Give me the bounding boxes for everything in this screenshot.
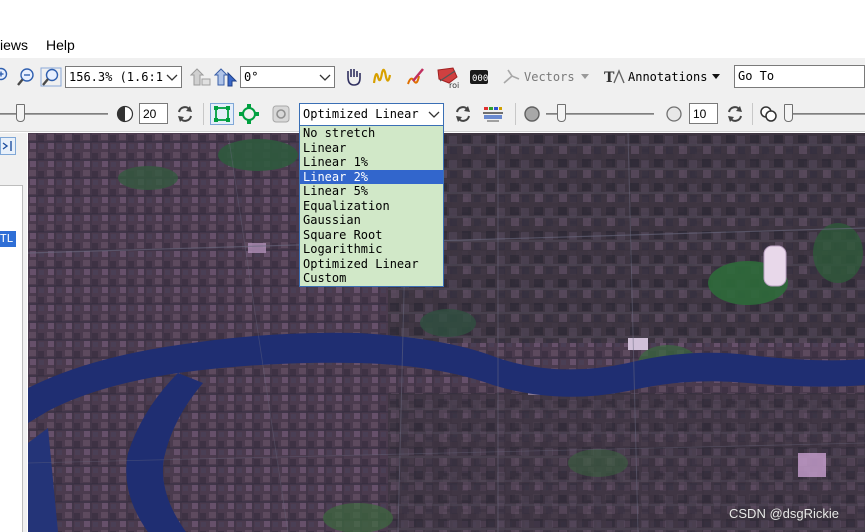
annotations-icon[interactable]: T: [603, 67, 627, 87]
roi-icon[interactable]: roi: [435, 65, 461, 89]
stretch-type-combobox[interactable]: Optimized Linear: [299, 103, 444, 126]
stretch-option-logarithmic[interactable]: Logarithmic: [300, 242, 443, 257]
spectral-pencil-icon[interactable]: [405, 67, 427, 87]
refresh-transparency-icon[interactable]: [724, 103, 746, 125]
separator: [752, 103, 753, 125]
stretch-option-linear-1[interactable]: Linear 1%: [300, 155, 443, 170]
opacity-icon: [522, 104, 542, 124]
menu-bar: iews Help: [0, 34, 865, 56]
sharpen-icon[interactable]: [758, 103, 780, 125]
transparency-slider-thumb[interactable]: [557, 104, 566, 122]
separator: [515, 103, 516, 125]
profile-icon[interactable]: [372, 67, 394, 87]
brightness-value-input[interactable]: 20: [139, 103, 168, 124]
refresh-stretch-icon[interactable]: [452, 103, 474, 125]
pan-hand-icon[interactable]: [343, 67, 365, 87]
zoom-fixed-icon[interactable]: [40, 67, 62, 87]
zoom-value: 156.3% (1.6:1: [69, 70, 163, 84]
zoom-combobox[interactable]: 156.3% (1.6:1: [65, 66, 182, 88]
goto-value: Go To: [738, 69, 775, 83]
stretch-option-gaussian[interactable]: Gaussian: [300, 213, 443, 228]
satellite-image: [28, 133, 865, 532]
annotations-label[interactable]: Annotations: [628, 70, 707, 84]
brightness-slider-thumb[interactable]: [16, 104, 25, 122]
transparency-value-input[interactable]: 10: [689, 103, 718, 124]
histogram-icon[interactable]: [481, 103, 505, 125]
zoom-in-icon[interactable]: [0, 67, 10, 85]
auto-stretch-icon[interactable]: [237, 103, 261, 125]
watermark: CSDN @dsgRickie: [729, 506, 839, 521]
stretch-option-equalization[interactable]: Equalization: [300, 199, 443, 214]
selected-layer-item[interactable]: TL: [0, 231, 16, 247]
chevron-down-icon: [166, 70, 178, 84]
pixel-value-icon[interactable]: 000: [469, 67, 489, 87]
layer-tree: TL: [0, 185, 23, 532]
stretch-option-square-root[interactable]: Square Root: [300, 228, 443, 243]
contrast-icon: [115, 104, 135, 124]
goto-input[interactable]: Go To: [734, 65, 865, 88]
refresh-icon[interactable]: [174, 103, 196, 125]
rotate-north-icon[interactable]: [190, 67, 212, 87]
stretch-option-linear[interactable]: Linear: [300, 141, 443, 156]
stretch-option-optimized-linear[interactable]: Optimized Linear: [300, 257, 443, 272]
vectors-dropdown-icon[interactable]: [580, 71, 590, 81]
separator: [203, 103, 204, 125]
full-extent-icon[interactable]: [210, 103, 234, 125]
chevron-down-icon: [319, 70, 331, 84]
svg-text:roi: roi: [449, 81, 459, 89]
chevron-down-icon: [428, 107, 440, 121]
rotate-arrow-icon[interactable]: [214, 67, 238, 87]
menu-views[interactable]: iews: [0, 37, 28, 53]
collapse-panel-icon[interactable]: [0, 137, 16, 155]
vectors-label[interactable]: Vectors: [524, 70, 575, 84]
vectors-icon[interactable]: [502, 67, 522, 87]
stretch-option-linear-2[interactable]: Linear 2%: [300, 169, 443, 184]
stretch-option-custom[interactable]: Custom: [300, 271, 443, 286]
rotation-value: 0°: [244, 70, 259, 84]
stretch-option-linear-5[interactable]: Linear 5%: [300, 184, 443, 199]
reset-stretch-icon[interactable]: [270, 104, 292, 124]
stretch-type-dropdown-list: No stretch Linear Linear 1% Linear 2% Li…: [299, 125, 444, 287]
layer-manager-panel: TL: [0, 133, 27, 532]
annotations-dropdown-icon[interactable]: [711, 71, 721, 81]
sharpen-slider-track[interactable]: [784, 113, 865, 115]
svg-text:T: T: [604, 70, 615, 86]
satellite-image-view[interactable]: [28, 133, 865, 532]
stretch-option-no-stretch[interactable]: No stretch: [300, 126, 443, 141]
transparency-icon: [664, 104, 684, 124]
main-toolbar: 156.3% (1.6:1 0° roi 000 Vectors T Annot…: [0, 58, 865, 96]
stretch-type-value: Optimized Linear: [303, 107, 419, 121]
zoom-out-icon[interactable]: [16, 67, 36, 87]
rotation-combobox[interactable]: 0°: [240, 66, 335, 88]
menu-help[interactable]: Help: [46, 37, 75, 53]
svg-text:000: 000: [472, 74, 488, 84]
sharpen-slider-thumb[interactable]: [784, 104, 793, 122]
